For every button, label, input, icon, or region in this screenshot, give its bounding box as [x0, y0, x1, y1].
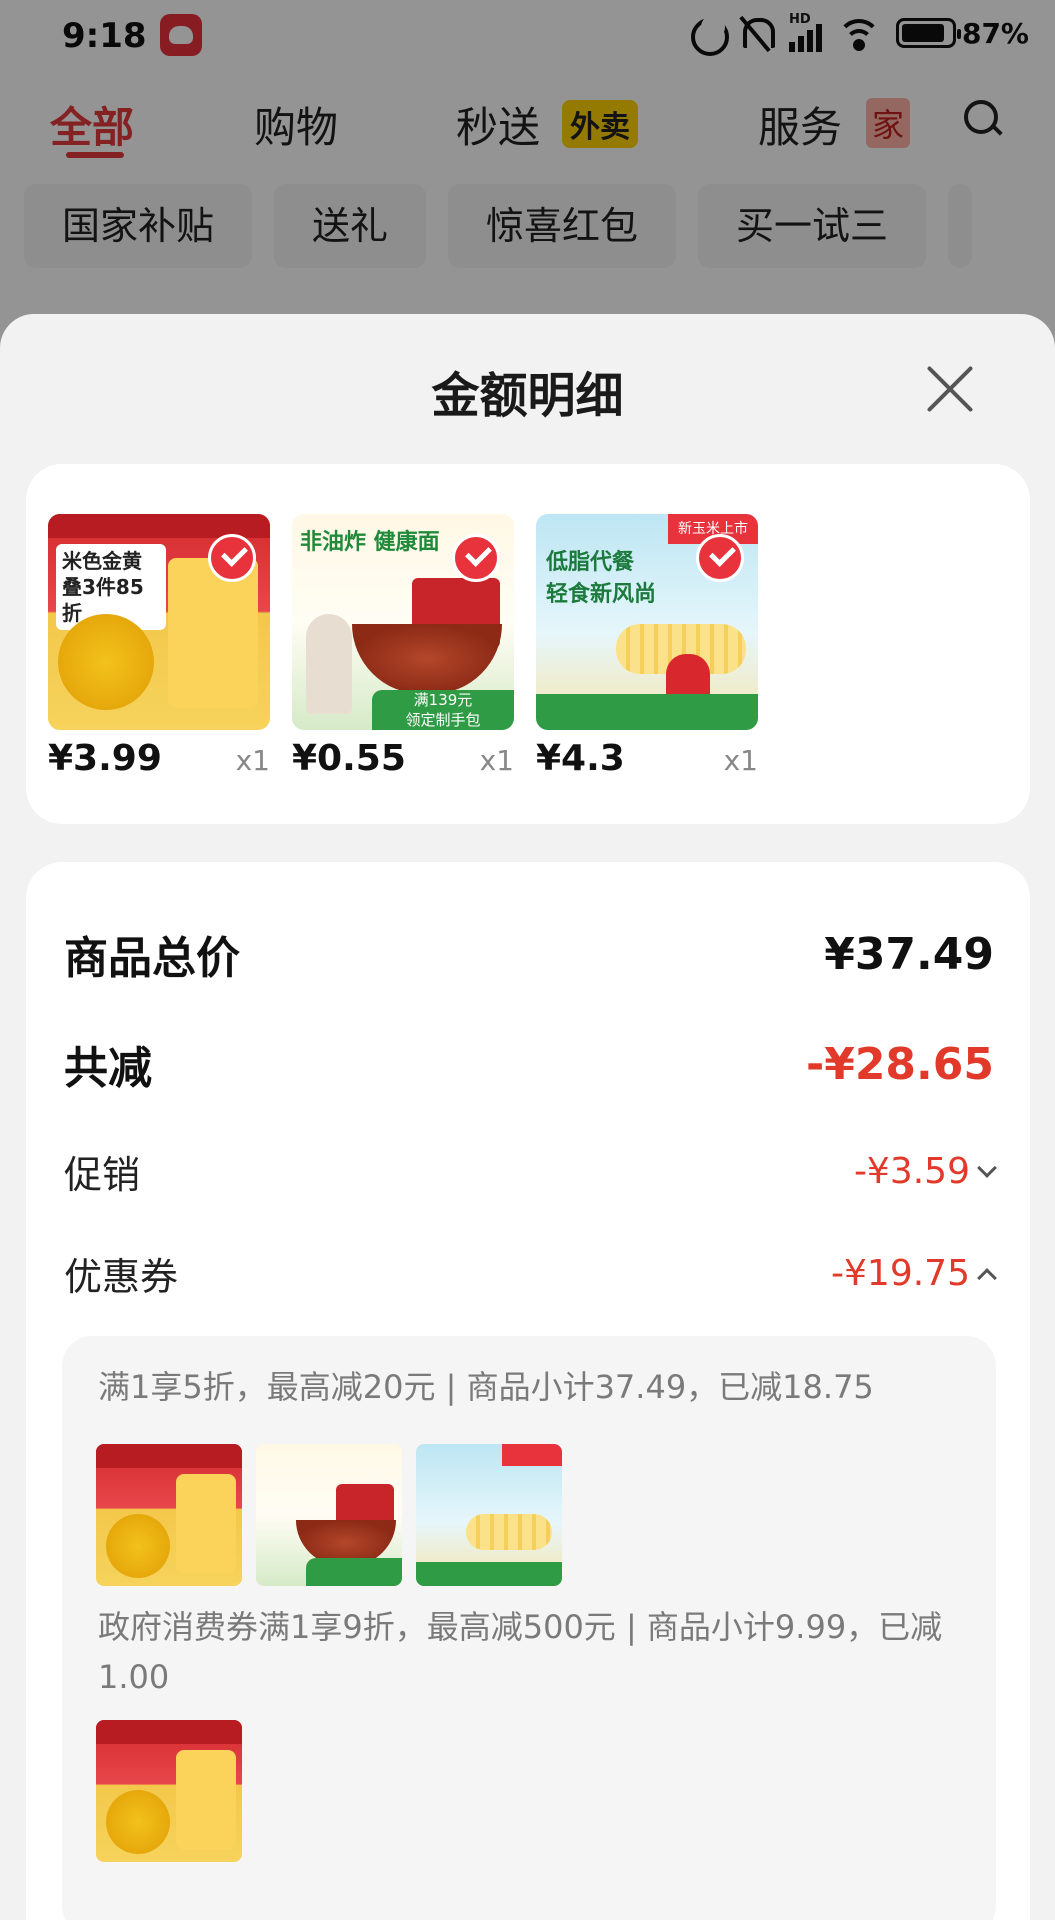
- thumb-caption: 低脂代餐 轻食新风尚: [546, 550, 657, 607]
- checked-icon: [452, 534, 500, 582]
- coupon-description: 满1享5折，最高减20元 | 商品小计37.49，已减18.75: [98, 1368, 874, 1406]
- product-price: ¥4.3: [536, 738, 625, 779]
- coupon-value: -¥19.75: [831, 1253, 970, 1294]
- product-item[interactable]: 非油炸 健康面 满139元 领定制手包 ¥0.55 x1: [292, 514, 514, 779]
- coupon-products: [96, 1444, 562, 1586]
- chevron-up-icon[interactable]: [977, 1267, 997, 1288]
- checked-icon: [208, 534, 256, 582]
- coupon-description: 政府消费券满1享9折，最高减500元 | 商品小计9.99，已减1.00: [98, 1608, 943, 1696]
- coupon-product-thumbnail: [256, 1444, 402, 1586]
- coupon-product-thumbnail: [96, 1444, 242, 1586]
- product-thumbnail[interactable]: 米色金黄 叠3件85折: [48, 514, 270, 730]
- coupon-label: 优惠券: [64, 1255, 179, 1299]
- total-reduction-value: -¥28.65: [805, 1038, 994, 1090]
- product-thumbnail[interactable]: 非油炸 健康面 满139元 领定制手包: [292, 514, 514, 730]
- total-reduction-row: 共减 -¥28.65: [64, 1032, 994, 1096]
- close-icon[interactable]: [922, 360, 978, 416]
- promotion-label: 促销: [64, 1153, 141, 1197]
- amount-detail-sheet: 金额明细 米色金黄 叠3件85折 ¥3.99 x1 非油炸 健康面 满139元: [0, 314, 1055, 1920]
- total-price-value: ¥37.49: [824, 928, 994, 980]
- total-price-row: 商品总价 ¥37.49: [64, 922, 994, 986]
- promotion-value: -¥3.59: [853, 1151, 970, 1192]
- product-qty: x1: [723, 744, 758, 777]
- coupon-details: 满1享5折，最高减20元 | 商品小计37.49，已减18.75 政府消费券满1…: [62, 1336, 996, 1920]
- total-reduction-label: 共减: [64, 1043, 152, 1094]
- coupon-products: [96, 1720, 242, 1862]
- coupon-product-thumbnail: [416, 1444, 562, 1586]
- product-thumbnail[interactable]: 新玉米上市 低脂代餐 轻食新风尚: [536, 514, 758, 730]
- product-price: ¥0.55: [292, 738, 406, 779]
- product-qty: x1: [479, 744, 514, 777]
- product-item[interactable]: 米色金黄 叠3件85折 ¥3.99 x1: [48, 514, 270, 779]
- total-price-label: 商品总价: [64, 933, 240, 984]
- checked-icon: [696, 534, 744, 582]
- product-qty: x1: [235, 744, 270, 777]
- modal-overlay[interactable]: [0, 0, 1055, 360]
- product-item[interactable]: 新玉米上市 低脂代餐 轻食新风尚 ¥4.3 x1: [536, 514, 758, 779]
- promotion-row[interactable]: 促销 -¥3.59: [64, 1144, 997, 1199]
- amount-breakdown-card: 商品总价 ¥37.49 共减 -¥28.65 促销 -¥3.59 优惠券 -¥1…: [26, 862, 1030, 1920]
- products-card: 米色金黄 叠3件85折 ¥3.99 x1 非油炸 健康面 满139元 领定制手包…: [26, 464, 1030, 824]
- thumb-caption: 非油炸 健康面: [300, 530, 440, 555]
- coupon-product-thumbnail: [96, 1720, 242, 1862]
- thumb-band-text: 满139元 领定制手包: [372, 690, 514, 730]
- chevron-down-icon[interactable]: [977, 1157, 997, 1178]
- sheet-title: 金额明细: [431, 368, 624, 424]
- coupon-row[interactable]: 优惠券 -¥19.75: [64, 1246, 997, 1301]
- product-price: ¥3.99: [48, 738, 162, 779]
